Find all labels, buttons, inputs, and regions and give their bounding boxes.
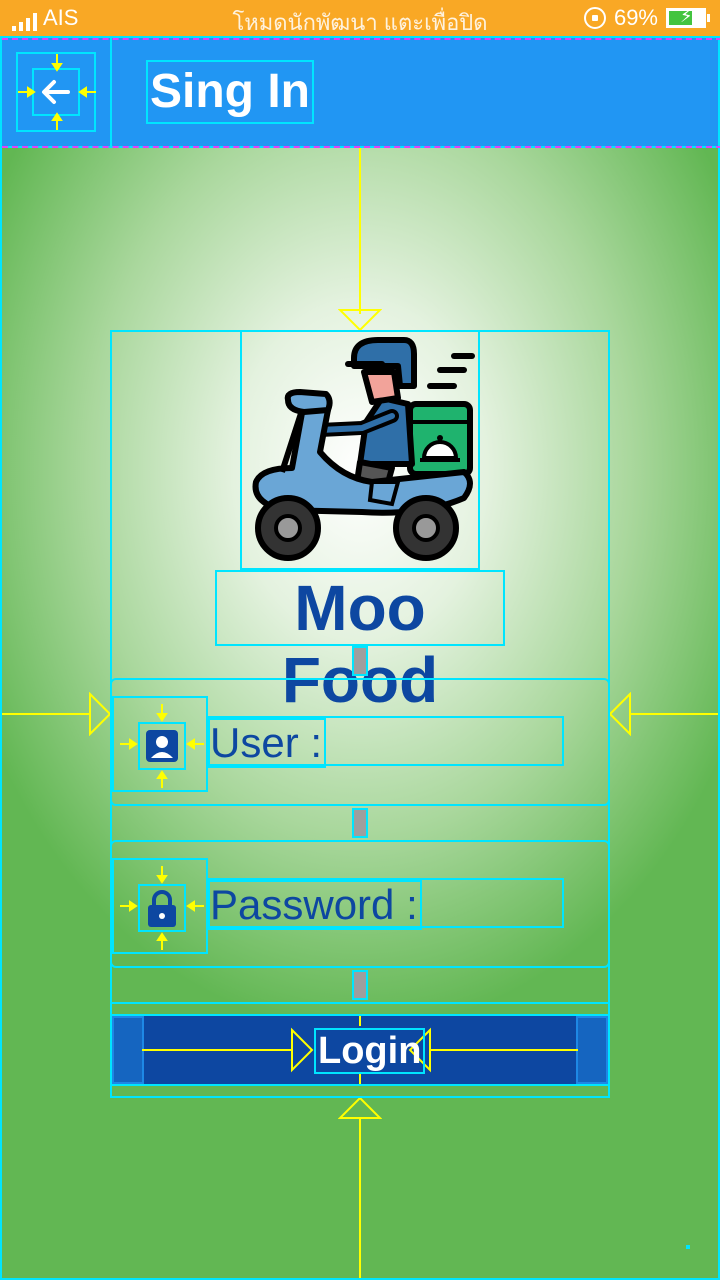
delivery-scooter-logo	[240, 330, 480, 570]
spacer-1	[352, 646, 368, 676]
page-title: Sing In	[146, 60, 314, 124]
login-button-right-edge	[576, 1016, 608, 1084]
rotation-lock-icon	[583, 7, 606, 29]
brand-name: Moo Food	[215, 570, 505, 716]
top-guide-line	[359, 148, 361, 314]
spacer-2	[352, 808, 368, 838]
back-button-guide-arrows	[18, 54, 96, 130]
right-guide-line	[630, 713, 720, 715]
left-guide-arrow	[89, 692, 112, 736]
user-icon-box	[112, 696, 208, 792]
login-button-label: Login	[314, 1028, 426, 1074]
delivery-scooter-illustration	[252, 337, 475, 561]
user-field[interactable]: User :	[110, 678, 610, 806]
right-guide-arrow	[608, 692, 631, 736]
app-bar: Sing In	[0, 36, 720, 148]
corner-marker	[686, 1245, 690, 1249]
status-bar: AIS โหมดนักพัฒนา แตะเพื่อปิด 69% ⚡	[0, 0, 720, 36]
user-icon-guide-arrows	[120, 704, 204, 788]
spacer-3	[352, 970, 368, 1000]
bottom-guide-line	[359, 1118, 361, 1280]
battery-icon: ⚡	[666, 6, 710, 28]
top-guide-arrow	[338, 309, 382, 332]
password-icon-guide-arrows	[120, 866, 204, 950]
left-guide-line	[0, 713, 90, 715]
password-icon-box	[112, 858, 208, 954]
password-field[interactable]: Password :	[110, 840, 610, 968]
login-button[interactable]: Login	[110, 1014, 610, 1086]
charging-bolt-icon: ⚡	[680, 6, 693, 26]
back-button[interactable]	[2, 38, 112, 146]
user-label: User :	[208, 718, 327, 768]
app-bar-bottom-guide	[2, 146, 720, 148]
bottom-guide-arrow	[338, 1096, 382, 1119]
battery-percent: 69%	[613, 5, 658, 30]
status-right: 69% ⚡	[583, 5, 710, 31]
login-button-left-edge	[112, 1016, 144, 1084]
password-label: Password :	[208, 880, 422, 930]
